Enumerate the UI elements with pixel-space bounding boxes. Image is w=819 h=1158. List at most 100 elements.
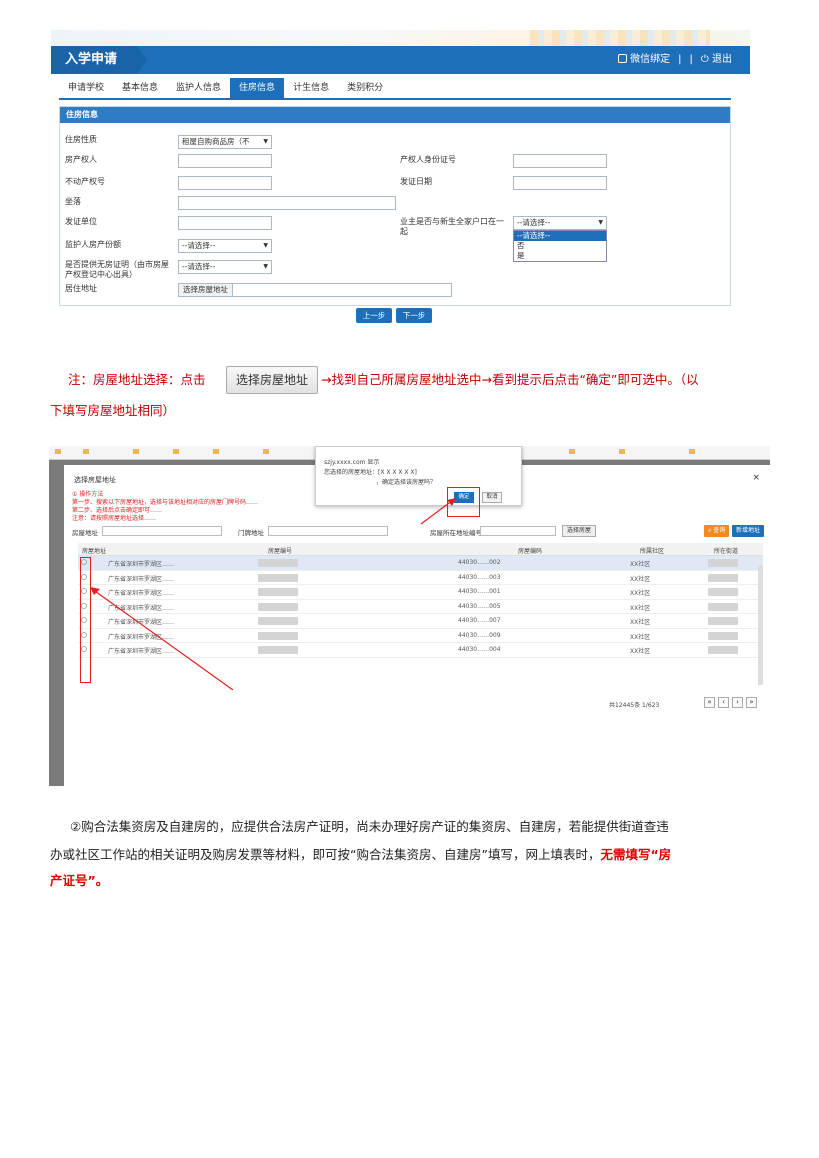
row-community: XX社区	[630, 648, 651, 655]
search-input-door[interactable]	[268, 526, 388, 536]
column-header: 所属社区	[640, 548, 665, 555]
owner-input[interactable]	[178, 154, 272, 168]
add-address-button[interactable]: 新增地址	[732, 525, 765, 537]
table-scrollbar[interactable]	[758, 565, 763, 685]
column-header: 所在街道	[714, 548, 739, 555]
paragraph-emphasis: 无需填写“房	[600, 847, 672, 862]
owner-label: 房产权人	[65, 155, 97, 164]
panel-title: 住房信息	[60, 107, 730, 123]
paragraph-line-2: 办或社区工作站的相关证明及购房发票等材料，即可按“购合法集资房、自建房”填写，网…	[50, 846, 671, 864]
close-icon[interactable]: ×	[752, 473, 760, 483]
tab-guardian-info[interactable]: 监护人信息	[167, 78, 230, 98]
select-value: --请选择--	[182, 262, 216, 271]
pager-info: 共12445条 1/623	[609, 702, 660, 709]
redacted-block	[708, 617, 738, 625]
query-button[interactable]: ⌕ 查询	[704, 525, 730, 537]
select-value: --请选择--	[182, 241, 216, 250]
last-page-icon[interactable]: »	[746, 697, 757, 708]
redacted-block	[258, 559, 298, 567]
tab-school[interactable]: 申请学校	[59, 78, 113, 98]
search-input-address[interactable]	[102, 526, 222, 536]
search-input-code[interactable]	[480, 526, 556, 536]
redacted-block	[258, 631, 298, 640]
dropdown-option[interactable]: --请选择--	[514, 231, 606, 241]
table-row[interactable]: 广东省深圳市罗湖区…… 44030……003 XX社区	[78, 571, 763, 585]
no-house-proof-select[interactable]: --请选择-- ▼	[178, 260, 272, 274]
paragraph-line-3: 产证号”。	[50, 872, 108, 890]
wechat-icon	[618, 54, 628, 63]
row-community: XX社区	[630, 575, 651, 583]
same-hukou-dropdown: --请选择-- 否 是	[513, 230, 607, 262]
app-header: 入学申请 微信绑定 | | ⏻ 退出	[51, 46, 750, 74]
top-banner-decoration	[51, 30, 750, 46]
bookmark-item	[569, 449, 609, 457]
popup-message: 您选择的房屋地址：[X X X X X X]	[324, 469, 417, 476]
housing-nature-select[interactable]: 租屋自购商品房（不 ▼	[178, 135, 272, 149]
chevron-down-icon: ▼	[598, 219, 603, 226]
row-code: 44030……004	[458, 646, 501, 653]
popup-message-2: ，确定选择该房屋吗？	[376, 479, 437, 486]
note-text-line2: 下填写房屋地址相同）	[50, 403, 176, 418]
table-header: 房屋地址 房屋编号 房屋编码 所属社区 所在街道	[78, 543, 763, 556]
tab-basic-info[interactable]: 基本信息	[113, 78, 167, 98]
owner-id-input[interactable]	[513, 154, 607, 168]
select-house-button[interactable]: 选择房屋	[562, 525, 597, 537]
issue-date-input[interactable]	[513, 176, 607, 190]
popup-host: szjy.xxxx.com 显示	[324, 459, 380, 466]
same-hukou-label: 业主是否与新生全家户口在一起	[400, 217, 504, 236]
column-header: 房屋编码	[518, 548, 543, 555]
address-input[interactable]	[232, 283, 452, 297]
dialog-title: 选择房屋地址	[74, 476, 116, 484]
prev-step-button[interactable]: 上一步	[356, 308, 392, 323]
paragraph-text: 办或社区工作站的相关证明及购房发票等材料，即可按“购合法集资房、自建房”填写，网…	[50, 847, 601, 862]
wechat-label: 微信绑定	[630, 54, 671, 65]
bookmark-item	[619, 449, 679, 457]
redacted-block	[258, 588, 298, 596]
housing-nature-value: 租屋自购商品房（不	[182, 137, 250, 146]
tab-housing-info[interactable]: 住房信息	[230, 78, 285, 98]
cert-no-input[interactable]	[178, 176, 272, 190]
next-step-button[interactable]: 下一步	[396, 308, 432, 323]
select-address-button[interactable]: 选择房屋地址	[178, 283, 233, 297]
first-page-icon[interactable]: «	[704, 697, 715, 708]
owner-id-label: 产权人身份证号	[400, 155, 456, 164]
prev-page-icon[interactable]: ‹	[718, 697, 729, 708]
cancel-button[interactable]: 取消	[482, 492, 502, 503]
same-hukou-select[interactable]: --请选择-- ▼	[513, 216, 607, 230]
redacted-block	[258, 602, 298, 611]
dropdown-option[interactable]: 否	[514, 241, 606, 251]
redacted-block	[708, 602, 738, 611]
column-header: 房屋编号	[268, 548, 293, 555]
redacted-block	[708, 559, 738, 567]
row-code: 44030……003	[458, 573, 501, 581]
issuer-input[interactable]	[178, 216, 272, 230]
table-row[interactable]: 广东省深圳市罗湖区…… 44030……002 XX社区	[78, 556, 763, 571]
next-page-icon[interactable]: ›	[732, 697, 743, 708]
arrow-annotation	[420, 498, 456, 525]
guardian-share-select[interactable]: --请选择-- ▼	[178, 239, 272, 253]
select-address-sample-button: 选择房屋地址	[226, 366, 318, 394]
wechat-bind-link[interactable]: 微信绑定	[618, 46, 670, 74]
logout-link[interactable]: ⏻ 退出	[701, 46, 732, 74]
row-code: 44030……005	[458, 602, 501, 610]
form-tabs: 申请学校 基本信息 监护人信息 住房信息 计生信息 类别积分	[59, 78, 731, 100]
row-community: XX社区	[630, 561, 651, 568]
app-title: 入学申请	[51, 46, 148, 74]
location-label: 坐落	[65, 197, 81, 206]
row-code: 44030……002	[458, 559, 501, 566]
tab-family-planning[interactable]: 计生信息	[284, 78, 338, 98]
power-icon: ⏻	[700, 54, 712, 65]
guardian-share-label: 监护人房产份额	[65, 240, 121, 249]
row-address: 广东省深圳市罗湖区……	[108, 575, 175, 583]
tab-category-points[interactable]: 类别积分	[338, 78, 392, 98]
issuer-label: 发证单位	[65, 217, 97, 226]
redacted-block	[708, 573, 738, 582]
note-text-part2: →找到自己所属房屋地址选中→看到提示后点击“确定”即可选中。（以	[321, 372, 699, 387]
query-label: 查询	[713, 527, 726, 534]
row-community: XX社区	[630, 604, 651, 612]
bookmark-item	[83, 449, 123, 457]
location-input[interactable]	[178, 196, 396, 210]
dropdown-option[interactable]: 是	[514, 251, 606, 261]
redacted-block	[258, 646, 298, 654]
row-code: 44030……001	[458, 588, 501, 595]
